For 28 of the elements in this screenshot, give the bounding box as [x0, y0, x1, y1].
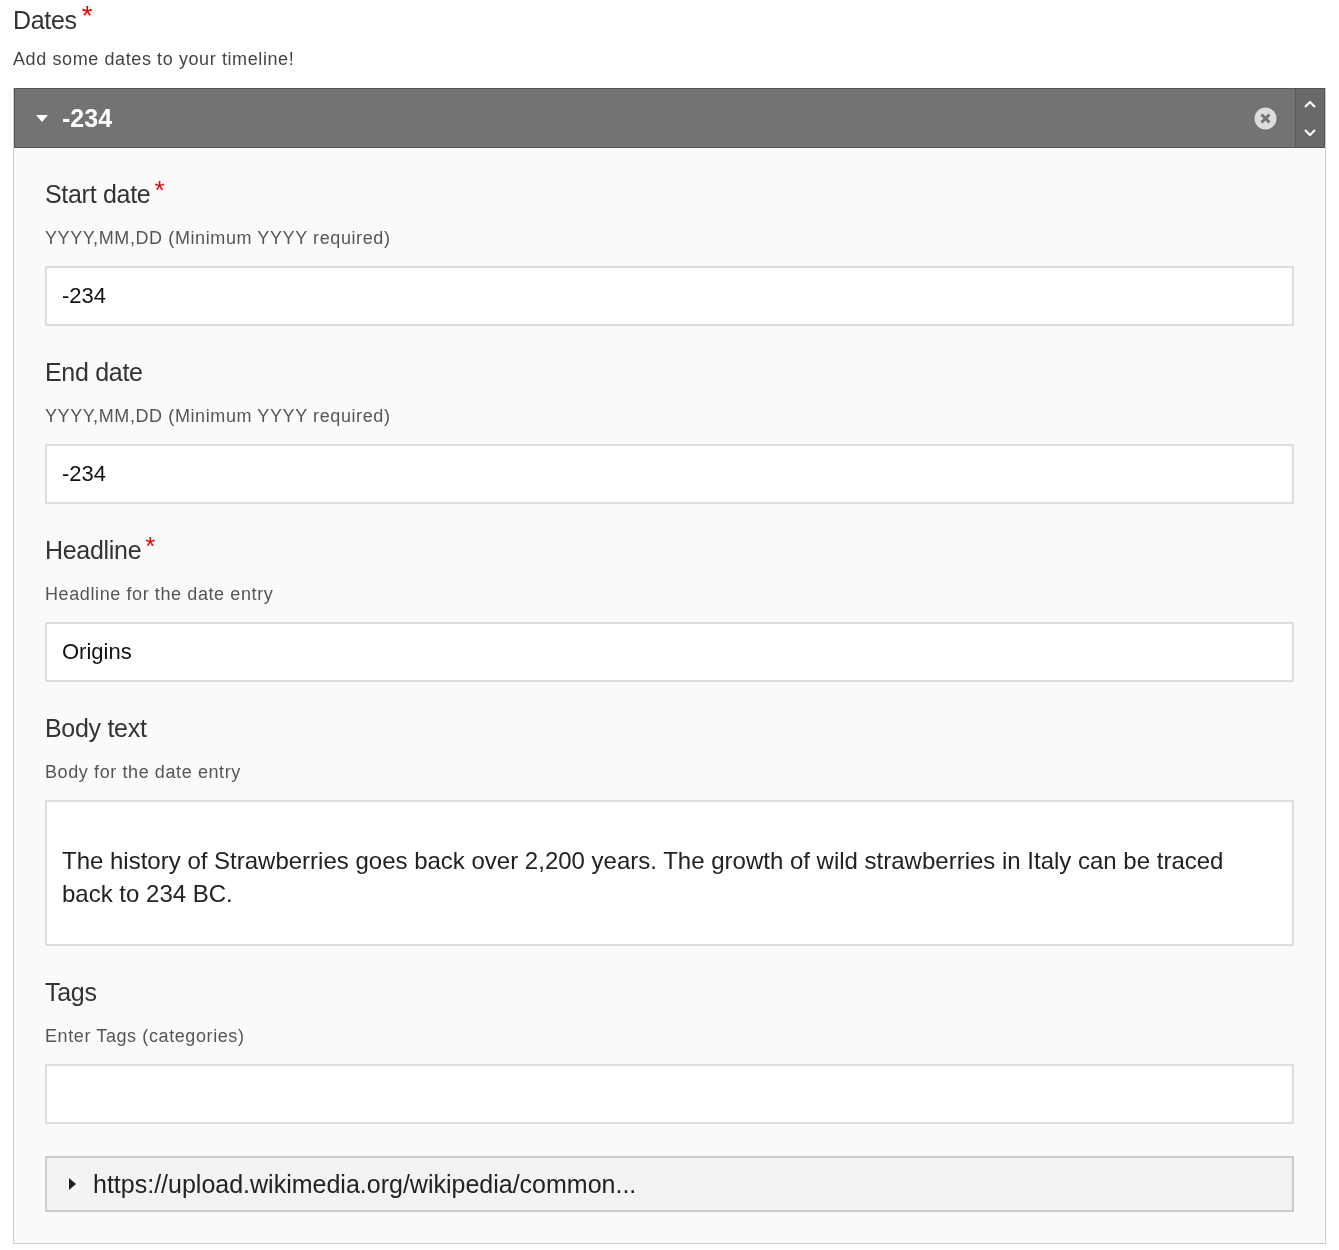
- field-hint: Enter Tags (categories): [45, 1026, 246, 1047]
- collapse-toggle[interactable]: [36, 114, 48, 122]
- required-asterisk: *: [81, 6, 93, 26]
- required-asterisk: *: [154, 180, 165, 200]
- input-field[interactable]: -234: [45, 444, 1294, 504]
- body-text-field[interactable]: The history of Strawberries goes back over 2,200 years. The growth of wild strawberries in Italy can be traced back to 234 BC.: [45, 800, 1294, 946]
- caret-icon: [69, 1178, 76, 1190]
- field-hint: YYYY,MM,DD (Minimum YYYY required): [45, 406, 392, 427]
- close-icon[interactable]: [1254, 106, 1277, 130]
- caret-icon: [36, 114, 48, 122]
- field-hint: YYYY,MM,DD (Minimum YYYY required): [45, 228, 392, 249]
- input-field[interactable]: [45, 1064, 1294, 1124]
- field-hint: Body for the date entry: [45, 762, 242, 783]
- field-label: Tags: [45, 978, 97, 1007]
- section-description: Add some dates to your timeline!: [13, 49, 296, 70]
- field-label: Headline: [45, 536, 142, 565]
- field-label: End date: [45, 358, 143, 387]
- section-title: Dates: [13, 6, 77, 35]
- required-asterisk: *: [145, 536, 156, 556]
- input-field[interactable]: Origins: [45, 622, 1294, 682]
- media-item-bar[interactable]: https://upload.wikimedia.org/wikipedia/common...: [45, 1156, 1294, 1212]
- field-label: Start date: [45, 180, 151, 209]
- field-label: Body text: [45, 714, 147, 743]
- chevron-up-icon[interactable]: [1304, 99, 1316, 108]
- entry-title: -234: [62, 103, 114, 133]
- chevron-down-icon[interactable]: [1304, 128, 1316, 137]
- field-hint: Headline for the date entry: [45, 584, 275, 605]
- input-field[interactable]: -234: [45, 266, 1294, 326]
